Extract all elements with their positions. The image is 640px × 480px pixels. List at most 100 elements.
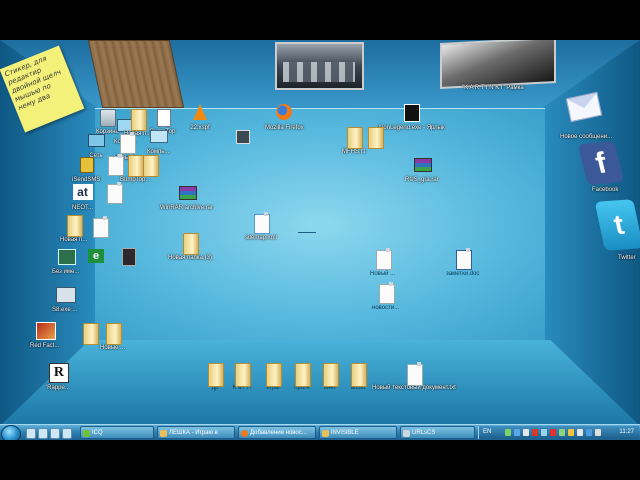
computer-icon[interactable]: Компь...	[147, 126, 169, 155]
taskbar-item-label: ЛЕШКА - Играю в	[169, 430, 218, 436]
folder-igry[interactable]: игры	[263, 362, 283, 391]
quicklaunch-icon[interactable]	[62, 428, 72, 439]
word-doc-icon[interactable]: заметки.doc	[446, 248, 479, 277]
document-icon[interactable]: Новый ...	[370, 248, 395, 277]
folder-icon-image	[128, 108, 148, 131]
icon-label: 'Rappe...	[46, 385, 70, 391]
icon-label: WinRAR archive.rar	[160, 205, 214, 211]
icon-label: новости...	[372, 305, 400, 311]
firefox-icon[interactable]: Mozilla Firefox	[265, 102, 304, 131]
folder-icon	[263, 362, 283, 387]
icon-label: Новые ...	[100, 345, 126, 351]
quicklaunch-icon[interactable]	[38, 428, 48, 439]
folder-audio[interactable]: audio	[348, 362, 368, 391]
folder-icon	[160, 430, 167, 437]
tray-icon[interactable]	[514, 429, 520, 436]
tray-icon[interactable]	[568, 429, 574, 436]
folder-icon[interactable]: Новая папка (3)	[168, 232, 212, 261]
taskbar-item-label: iNViSiBLE	[331, 430, 359, 436]
wooden-door-decoration	[87, 40, 185, 108]
folder-icon	[348, 362, 368, 387]
dark-app-icon	[118, 246, 138, 268]
folder-icon[interactable]	[140, 154, 160, 177]
folder-progn[interactable]: прогн	[292, 362, 312, 391]
icon-label: BumpTop...	[120, 177, 151, 183]
taskbar-item-firefox[interactable]: Добавление новос...	[238, 426, 316, 439]
bumptop-desktop[interactable]: "K A R T I N K I" Рамка Стикер, для реда…	[0, 40, 640, 426]
folder-icon	[320, 362, 340, 387]
folder-icon[interactable]: MFHS.r.t	[342, 126, 366, 155]
image-file-icon	[232, 126, 252, 148]
icon-label: MFHS.r.t	[342, 149, 366, 155]
clock[interactable]: 11:27	[619, 426, 634, 439]
tray-icon[interactable]	[586, 429, 592, 436]
tray-icon[interactable]	[559, 429, 565, 436]
photo-frame-kartinki[interactable]	[440, 40, 556, 90]
winrar-archive-icon[interactable]: RUS_gra.rar	[405, 154, 439, 183]
vlc-cone-icon	[190, 102, 210, 124]
taskbar-item-urlscs[interactable]: URLsCS	[400, 426, 475, 439]
document-icon	[403, 430, 410, 437]
icon-label: S8.exe ...	[52, 307, 78, 313]
sitemap-xml-icon[interactable]: sitemap.xml	[245, 212, 277, 241]
app-icon[interactable]: e	[86, 246, 106, 268]
icon-label: NEOT...	[72, 205, 94, 211]
folder-inet[interactable]: инет	[320, 362, 340, 391]
folder-icon-image	[140, 154, 160, 177]
folder-icon[interactable]: Новые ...	[100, 322, 125, 351]
icq-flower-icon	[83, 430, 90, 437]
quicklaunch-icon[interactable]	[50, 428, 60, 439]
facebook-label: Facebook	[592, 187, 619, 193]
tray-icon[interactable]	[550, 429, 556, 436]
icon-label: Новая папка (3)	[168, 255, 212, 261]
photo-frame-top[interactable]	[275, 42, 364, 90]
tray-icon[interactable]	[577, 429, 583, 436]
app-icon[interactable]	[118, 246, 138, 268]
tray-icon[interactable]	[541, 429, 547, 436]
tray-icon[interactable]	[505, 429, 511, 436]
vlc-playlist-icon[interactable]: 22.xspf	[190, 102, 210, 131]
firefox-icon	[241, 430, 248, 437]
sms-app-icon	[76, 154, 96, 176]
taskbar-item-leshka[interactable]: ЛЕШКА - Играю в	[157, 426, 235, 439]
text-document-icon[interactable]: Новый текстовый документ.txt	[372, 362, 456, 391]
file-icon[interactable]	[232, 126, 252, 148]
document-icon[interactable]	[90, 216, 110, 238]
document-icon[interactable]: новости...	[372, 282, 399, 311]
taskbar-item-label: URLsCS	[412, 430, 436, 436]
xml-file-icon	[251, 212, 271, 234]
icon-label: RUS_gra.rar	[405, 177, 439, 183]
aionlegend-shortcut-icon[interactable]: AionLegend.exe - Ярлык	[378, 102, 445, 131]
neot-icon[interactable]: at NEOT...	[72, 182, 93, 211]
folder-icon[interactable]	[80, 322, 100, 345]
screen: "K A R T I N K I" Рамка Стикер, для реда…	[0, 0, 640, 480]
taskbar-item-invisible[interactable]: iNViSiBLE	[319, 426, 397, 439]
folder-icon-image	[80, 322, 100, 345]
winrar-archive-icon[interactable]: WinRAR archive.rar	[160, 182, 213, 211]
folder-icon[interactable]: Новая п...	[60, 214, 87, 243]
txt-file-icon	[404, 362, 424, 386]
folder-kartinki[interactable]: K a r t i	[232, 362, 252, 391]
new-message-label: Новое сообщени...	[560, 134, 613, 140]
s8-exe-icon[interactable]: S8.exe ...	[52, 284, 77, 313]
folder-icon	[322, 430, 329, 437]
document-icon[interactable]	[104, 182, 124, 204]
folder-icon-image	[64, 214, 84, 237]
isendsms-icon[interactable]: iSendSMS	[72, 154, 100, 183]
at-app-icon: at	[72, 182, 93, 204]
tray-icon[interactable]	[532, 429, 538, 436]
twitter-label: Twitter	[618, 255, 636, 261]
red-faction-icon[interactable]: Red Fact...	[30, 320, 59, 349]
folder-dr[interactable]: др	[205, 362, 225, 391]
volume-icon[interactable]	[595, 429, 601, 436]
photo-figures	[283, 62, 355, 82]
rapper-icon[interactable]: R 'Rappe...	[46, 362, 70, 391]
app-shortcut-icon	[55, 284, 76, 306]
folder-icon[interactable]	[365, 126, 385, 149]
quicklaunch-icon[interactable]	[26, 428, 36, 439]
tray-icon[interactable]	[523, 429, 529, 436]
taskbar-item-icq[interactable]: ICQ	[80, 426, 154, 439]
taskbar-item-label: Добавление новос...	[250, 430, 307, 436]
language-indicator[interactable]: EN	[483, 426, 491, 439]
shortcut-icon[interactable]: Без име...	[52, 246, 79, 275]
